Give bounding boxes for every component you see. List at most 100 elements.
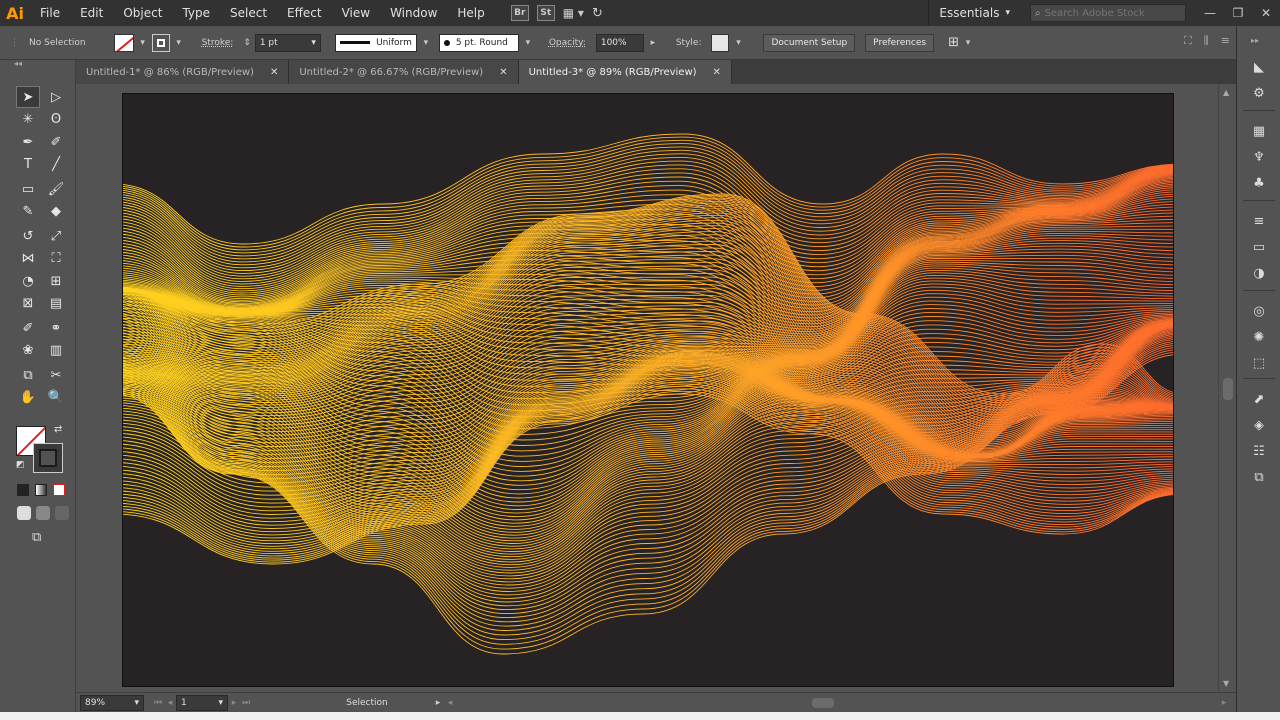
graphic-styles-icon[interactable]: ✺ [1246, 326, 1272, 348]
asset-export-icon[interactable]: ⬚ [1246, 352, 1272, 374]
chevron-down-icon[interactable]: ▾ [174, 38, 184, 48]
pen-tool-icon[interactable]: ✒ [16, 131, 40, 153]
menu-effect[interactable]: Effect [277, 0, 332, 26]
chevron-down-icon[interactable]: ▾ [421, 38, 431, 48]
stock-search-input[interactable] [1044, 7, 1175, 19]
panel-menu-icon[interactable]: ≡ [1221, 34, 1230, 48]
layers-icon[interactable]: ◈ [1246, 414, 1272, 436]
chevron-right-icon[interactable]: ▸ [648, 38, 658, 48]
brush-definition[interactable]: 5 pt. Round [438, 33, 519, 52]
pencil-tool-icon[interactable]: ✎ [16, 201, 40, 223]
line-segment-tool-icon[interactable]: ╱ [44, 154, 68, 176]
width-tool-icon[interactable]: ⋈ [16, 248, 40, 270]
appearance-icon[interactable]: ◎ [1246, 300, 1272, 322]
rectangle-tool-icon[interactable]: ▭ [16, 178, 40, 200]
horizontal-scrollbar[interactable] [464, 696, 1210, 710]
variable-width-profile[interactable]: Uniform [334, 33, 417, 52]
last-artboard-icon[interactable]: ⏭ [240, 698, 252, 708]
close-icon[interactable]: ✕ [270, 67, 278, 78]
canvas-area[interactable] [76, 84, 1218, 692]
status-menu-icon[interactable]: ▸ [432, 698, 444, 708]
opacity-label[interactable]: Opacity: [543, 38, 592, 48]
stroke-weight-stepper-icon[interactable]: ⇕ [243, 38, 251, 48]
hand-tool-icon[interactable]: ✋ [16, 387, 40, 409]
mesh-tool-icon[interactable]: ⊠ [16, 293, 40, 315]
none-mode-icon[interactable] [53, 484, 65, 496]
blend-tool-icon[interactable]: ⚭ [44, 317, 68, 339]
stroke-panel-icon[interactable]: ≡ [1246, 210, 1272, 232]
menu-edit[interactable]: Edit [70, 0, 113, 26]
eraser-tool-icon[interactable]: ◆ [44, 201, 68, 223]
brushes-icon[interactable]: ♆ [1246, 146, 1272, 168]
document-setup-button[interactable]: Document Setup [763, 33, 856, 52]
draw-inside-icon[interactable] [55, 506, 69, 520]
chevron-down-icon[interactable]: ▾ [733, 38, 743, 48]
expand-panels-icon[interactable]: ▸▸ [1251, 36, 1259, 45]
scroll-right-icon[interactable]: ▸ [1218, 698, 1230, 708]
menu-view[interactable]: View [332, 0, 380, 26]
gradient-mode-icon[interactable] [35, 484, 47, 496]
default-fill-stroke-icon[interactable]: ◩ [16, 460, 25, 470]
tab-untitled-2[interactable]: Untitled-2* @ 66.67% (RGB/Preview) ✕ [289, 60, 519, 84]
draw-behind-icon[interactable] [36, 506, 50, 520]
next-artboard-icon[interactable]: ▸ [228, 698, 240, 708]
menu-help[interactable]: Help [447, 0, 494, 26]
gradient-panel-icon[interactable]: ▭ [1246, 236, 1272, 258]
type-tool-icon[interactable]: T [16, 154, 40, 176]
menu-window[interactable]: Window [380, 0, 447, 26]
screen-mode-icon[interactable]: ⧉ [32, 530, 41, 545]
stroke-swatch[interactable] [151, 33, 170, 52]
artboard[interactable] [122, 93, 1174, 687]
chevron-down-icon[interactable]: ▾ [523, 38, 533, 48]
stroke-label[interactable]: Stroke: [196, 38, 240, 48]
lasso-tool-icon[interactable]: ʘ [44, 109, 68, 131]
magic-wand-tool-icon[interactable]: ✳ [16, 109, 40, 131]
workspace-switcher[interactable]: Essentials ▾ [928, 0, 1020, 26]
minimize-icon[interactable]: — [1196, 0, 1224, 26]
symbols-icon[interactable]: ♣ [1246, 172, 1272, 194]
restore-icon[interactable]: ❐ [1224, 0, 1252, 26]
stock-search[interactable]: ⌕ [1030, 4, 1186, 22]
gpu-performance-icon[interactable]: ↻ [592, 6, 603, 21]
scroll-up-icon[interactable]: ▲ [1223, 88, 1229, 97]
close-icon[interactable]: ✕ [1252, 0, 1280, 26]
arrange-documents-icon[interactable]: ▦ ▾ [563, 6, 584, 20]
menu-object[interactable]: Object [113, 0, 172, 26]
tab-untitled-1[interactable]: Untitled-1* @ 86% (RGB/Preview) ✕ [76, 60, 290, 84]
paintbrush-tool-icon[interactable]: 🖌 [44, 178, 68, 200]
stock-icon[interactable]: St [536, 5, 555, 21]
artboards-icon[interactable]: ⧉ [1246, 466, 1272, 488]
properties-icon[interactable]: ◣ [1246, 56, 1272, 78]
vertical-scrollbar[interactable]: ▲ ▼ [1218, 84, 1236, 692]
fill-swatch[interactable] [113, 33, 134, 52]
opacity-field[interactable]: 100% [595, 33, 644, 52]
chevron-down-icon[interactable]: ▾ [138, 38, 148, 48]
swatches-icon[interactable]: ☷ [1246, 440, 1272, 462]
menu-file[interactable]: File [30, 0, 70, 26]
draw-normal-icon[interactable] [17, 506, 31, 520]
gradient-tool-icon[interactable]: ▤ [44, 293, 68, 315]
rotate-tool-icon[interactable]: ↺ [16, 225, 40, 247]
color-mode-icon[interactable] [17, 484, 29, 496]
slice-tool-icon[interactable]: ✂ [44, 364, 68, 386]
collapse-panel-icon[interactable]: ◂◂ [0, 60, 75, 68]
transparency-icon[interactable]: ◑ [1246, 262, 1272, 284]
direct-selection-tool-icon[interactable]: ▷ [44, 86, 68, 108]
curvature-tool-icon[interactable]: ✐ [44, 131, 68, 153]
shape-builder-tool-icon[interactable]: ◔ [16, 270, 40, 292]
swap-fill-stroke-icon[interactable]: ⇄ [54, 424, 62, 435]
zoom-tool-icon[interactable]: 🔍 [44, 387, 68, 409]
scale-tool-icon[interactable]: ⤢ [44, 225, 68, 247]
eyedropper-tool-icon[interactable]: ✐ [16, 317, 40, 339]
menu-select[interactable]: Select [220, 0, 277, 26]
previous-artboard-icon[interactable]: ◂ [164, 698, 176, 708]
free-transform-tool-icon[interactable]: ⛶ [44, 248, 68, 270]
libraries-icon[interactable]: ⚙ [1246, 82, 1272, 104]
align-options-icon[interactable]: ⊞ [948, 35, 959, 50]
symbol-sprayer-tool-icon[interactable]: ❀ [16, 340, 40, 362]
horizontal-scroll-thumb[interactable] [812, 697, 834, 708]
close-icon[interactable]: ✕ [713, 67, 721, 78]
graphic-style-swatch[interactable] [711, 33, 730, 52]
links-icon[interactable]: ⬈ [1246, 388, 1272, 410]
menu-type[interactable]: Type [172, 0, 220, 26]
